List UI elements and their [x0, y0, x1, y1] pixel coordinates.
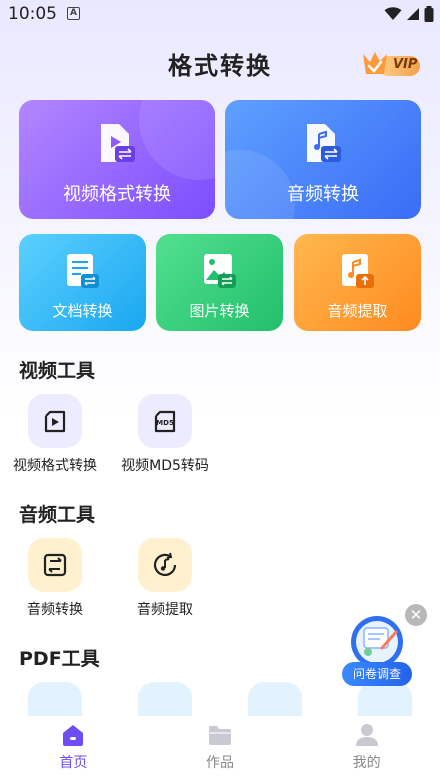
nav-label: 我的	[352, 755, 381, 771]
video-format-convert-card[interactable]: 视频格式转换	[19, 100, 215, 219]
status-icons	[384, 6, 434, 22]
audio-tools-title: 音频工具	[19, 504, 96, 526]
audio-extract-label: 音频提取	[327, 302, 388, 320]
battery-icon	[424, 6, 434, 22]
video-tools-title: 视频工具	[19, 360, 96, 382]
tool-label: 视频MD5转码	[121, 458, 209, 474]
audio-convert-label: 音频转换	[287, 184, 359, 205]
image-convert-label: 图片转换	[189, 302, 250, 320]
image-icon	[203, 254, 236, 288]
tool-label: 视频格式转换	[13, 458, 97, 474]
image-convert-card[interactable]: 图片转换	[156, 234, 283, 331]
folder-icon	[209, 726, 231, 745]
video-play-icon	[28, 394, 82, 448]
tool-label: 音频转换	[27, 602, 83, 618]
audio-extract-icon	[138, 538, 192, 592]
video-md5-tool[interactable]: MD5 视频MD5转码	[110, 394, 220, 475]
audio-file-icon	[307, 124, 341, 162]
vip-badge[interactable]: VIP	[360, 48, 422, 80]
document-icon	[66, 254, 99, 288]
survey-floating-button[interactable]: 问卷调查	[338, 612, 416, 690]
audio-extract-file-icon	[341, 254, 374, 288]
bottom-nav: 首页 作品 我的	[0, 716, 440, 782]
audio-convert-tool[interactable]: 音频转换	[0, 538, 110, 619]
video-format-convert-label: 视频格式转换	[63, 184, 171, 205]
doc-convert-card[interactable]: 文档转换	[19, 234, 146, 331]
doc-convert-label: 文档转换	[52, 302, 113, 320]
status-time: 10:05	[8, 4, 57, 24]
nav-home[interactable]: 首页	[0, 716, 147, 782]
pdf-tools-title: PDF工具	[19, 648, 100, 670]
svg-text:MD5: MD5	[156, 419, 174, 427]
video-file-icon	[101, 124, 135, 162]
notification-a-icon: A	[67, 7, 80, 20]
nav-works[interactable]: 作品	[147, 716, 294, 782]
wifi-icon	[384, 7, 402, 20]
survey-close-icon[interactable]: ✕	[405, 604, 427, 626]
audio-extract-tool[interactable]: 音频提取	[110, 538, 220, 619]
signal-icon	[407, 8, 419, 20]
nav-mine[interactable]: 我的	[293, 716, 440, 782]
audio-convert-card[interactable]: 音频转换	[225, 100, 421, 219]
home-icon	[63, 725, 84, 746]
survey-illustration-icon	[351, 616, 403, 668]
nav-label: 作品	[206, 755, 234, 771]
survey-label: 问卷调查	[342, 662, 412, 686]
vip-label: VIP	[393, 57, 418, 72]
tool-label: 音频提取	[137, 602, 193, 618]
user-icon	[355, 724, 378, 746]
video-format-convert-tool[interactable]: 视频格式转换	[0, 394, 110, 475]
nav-label: 首页	[59, 755, 88, 771]
md5-icon: MD5	[138, 394, 192, 448]
audio-extract-card[interactable]: 音频提取	[294, 234, 421, 331]
audio-swap-icon	[28, 538, 82, 592]
